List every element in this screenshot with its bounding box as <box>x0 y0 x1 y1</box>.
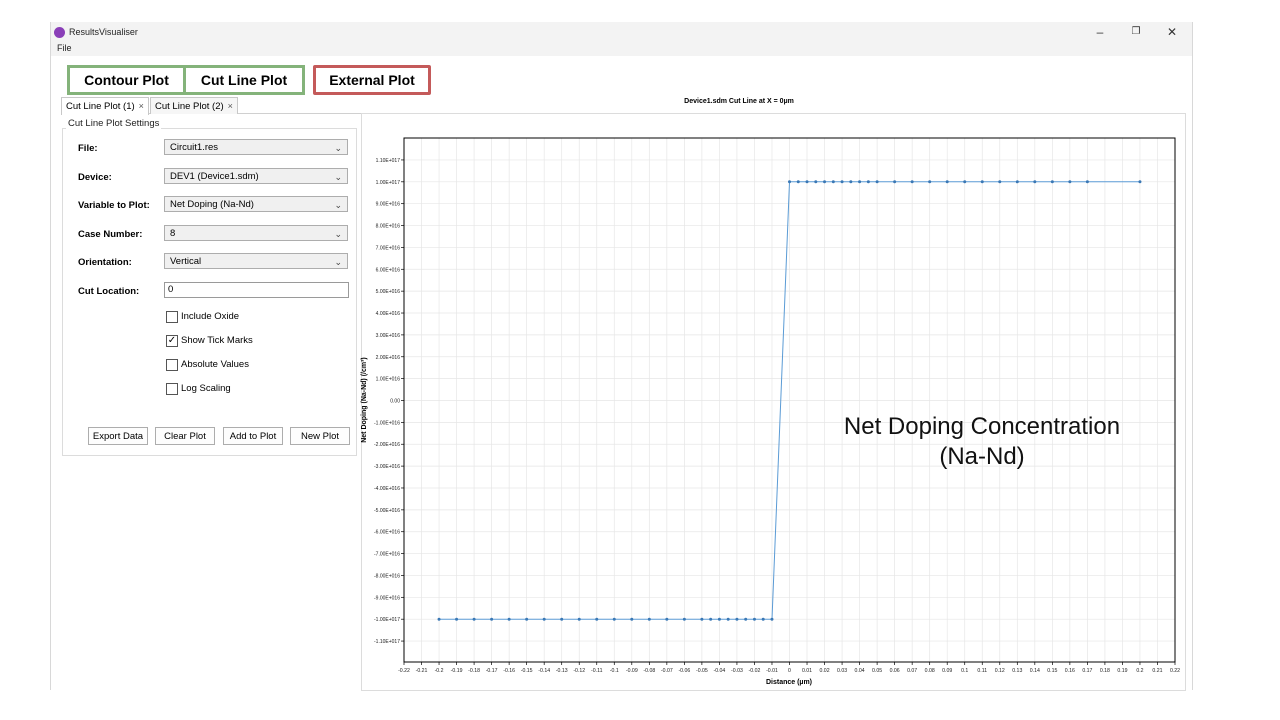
add-to-plot-button[interactable]: Add to Plot <box>223 427 283 445</box>
include-oxide-checkbox[interactable] <box>166 311 178 323</box>
minimize-button[interactable]: – <box>1085 24 1115 40</box>
variable-label: Variable to Plot: <box>78 200 150 211</box>
plot-area-frame <box>361 113 1186 691</box>
close-button[interactable]: ✕ <box>1157 24 1187 40</box>
annotation-line-1: Net Doping Concentration <box>843 413 1121 440</box>
tab-external-plot[interactable]: External Plot <box>313 65 431 95</box>
title-bar: ResultsVisualiser – ❐ ✕ <box>51 22 1192 42</box>
app-window: ResultsVisualiser – ❐ ✕ File Contour Plo… <box>50 22 1193 691</box>
file-select[interactable]: Circuit1.res ⌄ <box>164 139 348 155</box>
variable-select[interactable]: Net Doping (Na-Nd) ⌄ <box>164 196 348 212</box>
cut-location-input[interactable]: 0 <box>164 282 349 298</box>
orientation-select-value: Vertical <box>170 256 202 267</box>
checkmark-icon: ✓ <box>167 335 177 346</box>
chevron-down-icon: ⌄ <box>334 143 342 153</box>
tab-contour-plot[interactable]: Contour Plot <box>67 65 183 95</box>
include-oxide-label: Include Oxide <box>181 311 240 322</box>
export-data-button[interactable]: Export Data <box>88 427 148 445</box>
file-select-value: Circuit1.res <box>170 142 219 153</box>
close-tab-icon[interactable]: × <box>139 101 144 111</box>
window-title: ResultsVisualiser <box>69 27 138 37</box>
chevron-down-icon: ⌄ <box>334 257 342 267</box>
restore-button[interactable]: ❐ <box>1121 24 1151 40</box>
clear-plot-button[interactable]: Clear Plot <box>155 427 215 445</box>
annotation-text: Net Doping Concentration (Na-Nd) <box>822 412 1142 472</box>
case-select[interactable]: 8 ⌄ <box>164 225 348 241</box>
chevron-down-icon: ⌄ <box>334 200 342 210</box>
log-scaling-checkbox[interactable] <box>166 383 178 395</box>
device-select-value: DEV1 (Device1.sdm) <box>170 171 259 182</box>
annotation-line-2: (Na-Nd) <box>939 443 1025 470</box>
log-scaling-label: Log Scaling <box>181 383 231 394</box>
menu-bar: File <box>51 42 1192 56</box>
doc-tab-label: Cut Line Plot (1) <box>66 101 135 112</box>
tab-cut-line-plot[interactable]: Cut Line Plot <box>183 65 305 95</box>
doc-tab-label: Cut Line Plot (2) <box>155 101 224 112</box>
absolute-values-label: Absolute Values <box>181 359 249 370</box>
app-logo-icon <box>54 27 65 38</box>
variable-select-value: Net Doping (Na-Nd) <box>170 199 254 210</box>
device-select[interactable]: DEV1 (Device1.sdm) ⌄ <box>164 168 348 184</box>
settings-title: Cut Line Plot Settings <box>66 118 162 129</box>
chevron-down-icon: ⌄ <box>334 229 342 239</box>
orientation-select[interactable]: Vertical ⌄ <box>164 253 348 269</box>
show-tick-marks-checkbox[interactable]: ✓ <box>166 335 178 347</box>
case-select-value: 8 <box>170 228 176 239</box>
cut-location-label: Cut Location: <box>78 286 140 297</box>
doc-tab-cutline-1[interactable]: Cut Line Plot (1) × <box>61 97 149 115</box>
device-label: Device: <box>78 172 112 183</box>
chevron-down-icon: ⌄ <box>334 172 342 182</box>
doc-tab-cutline-2[interactable]: Cut Line Plot (2) × <box>150 97 238 114</box>
orientation-label: Orientation: <box>78 257 132 268</box>
show-tick-marks-label: Show Tick Marks <box>181 335 253 346</box>
absolute-values-checkbox[interactable] <box>166 359 178 371</box>
file-label: File: <box>78 143 98 154</box>
menu-file[interactable]: File <box>57 43 72 53</box>
new-plot-button[interactable]: New Plot <box>290 427 350 445</box>
close-tab-icon[interactable]: × <box>228 101 233 111</box>
case-label: Case Number: <box>78 229 143 240</box>
chart-title: Device1.sdm Cut Line at X = 0µm <box>684 98 794 105</box>
